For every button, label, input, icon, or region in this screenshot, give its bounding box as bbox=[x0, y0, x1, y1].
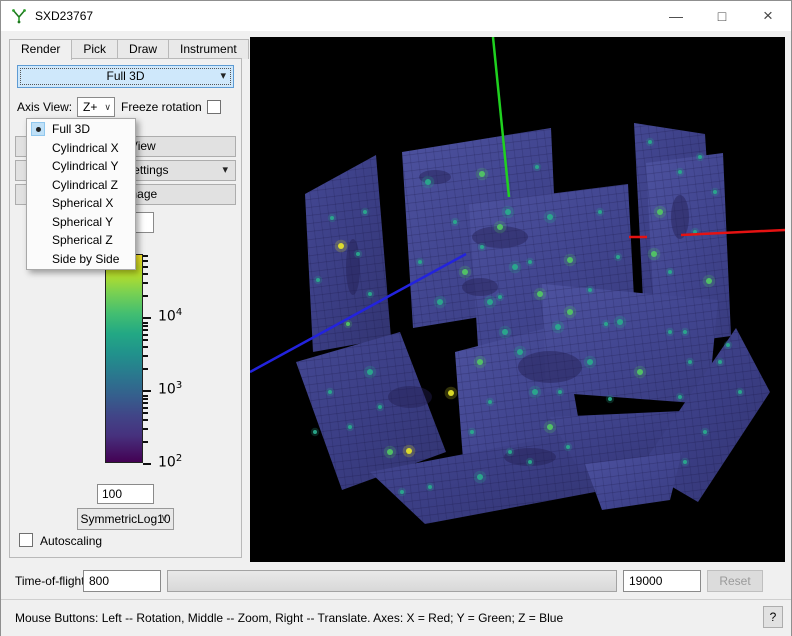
tof-label: Time-of-flight bbox=[15, 574, 85, 588]
axis-view-row: Axis View: Z+ ∨ Freeze rotation bbox=[17, 97, 237, 117]
tab-draw[interactable]: Draw bbox=[117, 39, 169, 59]
menu-item-spherical-x[interactable]: Spherical X bbox=[27, 194, 135, 213]
axis-view-label: Axis View: bbox=[17, 100, 72, 114]
colorbar-label-1e2: 102 bbox=[158, 453, 182, 471]
autoscaling-label: Autoscaling bbox=[40, 534, 102, 548]
mantid-app-icon bbox=[11, 8, 27, 24]
tof-max-input[interactable]: 19000 bbox=[623, 570, 701, 592]
chevron-down-icon: ∨ bbox=[104, 98, 111, 116]
scale-min-input[interactable]: 100 bbox=[97, 484, 154, 504]
projection-combobox[interactable]: Full 3D ▾ bbox=[17, 65, 234, 88]
status-bar: Mouse Buttons: Left -- Rotation, Middle … bbox=[1, 599, 791, 636]
menu-item-cylindrical-y[interactable]: Cylindrical Y bbox=[27, 157, 135, 176]
menu-item-spherical-y[interactable]: Spherical Y bbox=[27, 213, 135, 232]
instrument-3d-viewport[interactable] bbox=[250, 37, 785, 562]
freeze-rotation-checkbox[interactable] bbox=[207, 100, 221, 114]
projection-dropdown-menu: Full 3D Cylindrical X Cylindrical Y Cyli… bbox=[26, 118, 136, 270]
window-title: SXD23767 bbox=[35, 1, 93, 31]
selected-radio-icon bbox=[31, 122, 45, 136]
tab-bar: Render Pick Draw Instrument bbox=[9, 39, 248, 59]
scale-type-combobox[interactable]: SymmetricLog10 ∨ bbox=[77, 508, 174, 530]
menu-item-cylindrical-z[interactable]: Cylindrical Z bbox=[27, 176, 135, 195]
instrument-view-window: SXD23767 — □ × Render Pick Draw Instrume… bbox=[0, 0, 792, 636]
title-bar[interactable]: SXD23767 — □ × bbox=[1, 1, 791, 31]
menu-item-side-by-side[interactable]: Side by Side bbox=[27, 250, 135, 269]
menu-item-cylindrical-x[interactable]: Cylindrical X bbox=[27, 139, 135, 158]
autoscaling-checkbox[interactable] bbox=[19, 533, 33, 547]
status-text: Mouse Buttons: Left -- Rotation, Middle … bbox=[15, 611, 563, 625]
menu-item-full-3d[interactable]: Full 3D bbox=[27, 120, 135, 139]
tab-pick[interactable]: Pick bbox=[71, 39, 118, 59]
colorbar-ticks bbox=[143, 254, 153, 463]
dropdown-arrow-icon: ▾ bbox=[222, 161, 228, 180]
dropdown-arrow-icon: ▾ bbox=[220, 66, 226, 87]
axis-view-combobox[interactable]: Z+ ∨ bbox=[77, 97, 115, 117]
menu-item-spherical-z[interactable]: Spherical Z bbox=[27, 231, 135, 250]
colorbar bbox=[105, 254, 143, 463]
minimize-button[interactable]: — bbox=[653, 1, 699, 31]
tab-render[interactable]: Render bbox=[9, 39, 72, 60]
maximize-button[interactable]: □ bbox=[699, 1, 745, 31]
tof-range-slider[interactable] bbox=[167, 570, 617, 592]
close-button[interactable]: × bbox=[745, 1, 791, 31]
scale-type-value: SymmetricLog10 bbox=[80, 512, 170, 526]
colorbar-label-1e3: 103 bbox=[158, 380, 182, 398]
tof-reset-button[interactable]: Reset bbox=[707, 570, 763, 592]
time-of-flight-bar: Time-of-flight 800 19000 Reset bbox=[1, 566, 791, 599]
tab-instrument[interactable]: Instrument bbox=[168, 39, 249, 59]
chevron-down-icon: ∨ bbox=[161, 509, 168, 529]
freeze-rotation-label: Freeze rotation bbox=[121, 100, 202, 114]
colorbar-label-1e4: 104 bbox=[158, 307, 182, 325]
help-button[interactable]: ? bbox=[763, 606, 783, 628]
tof-min-input[interactable]: 800 bbox=[83, 570, 161, 592]
projection-value: Full 3D bbox=[106, 69, 144, 83]
axis-view-value: Z+ bbox=[83, 100, 97, 114]
